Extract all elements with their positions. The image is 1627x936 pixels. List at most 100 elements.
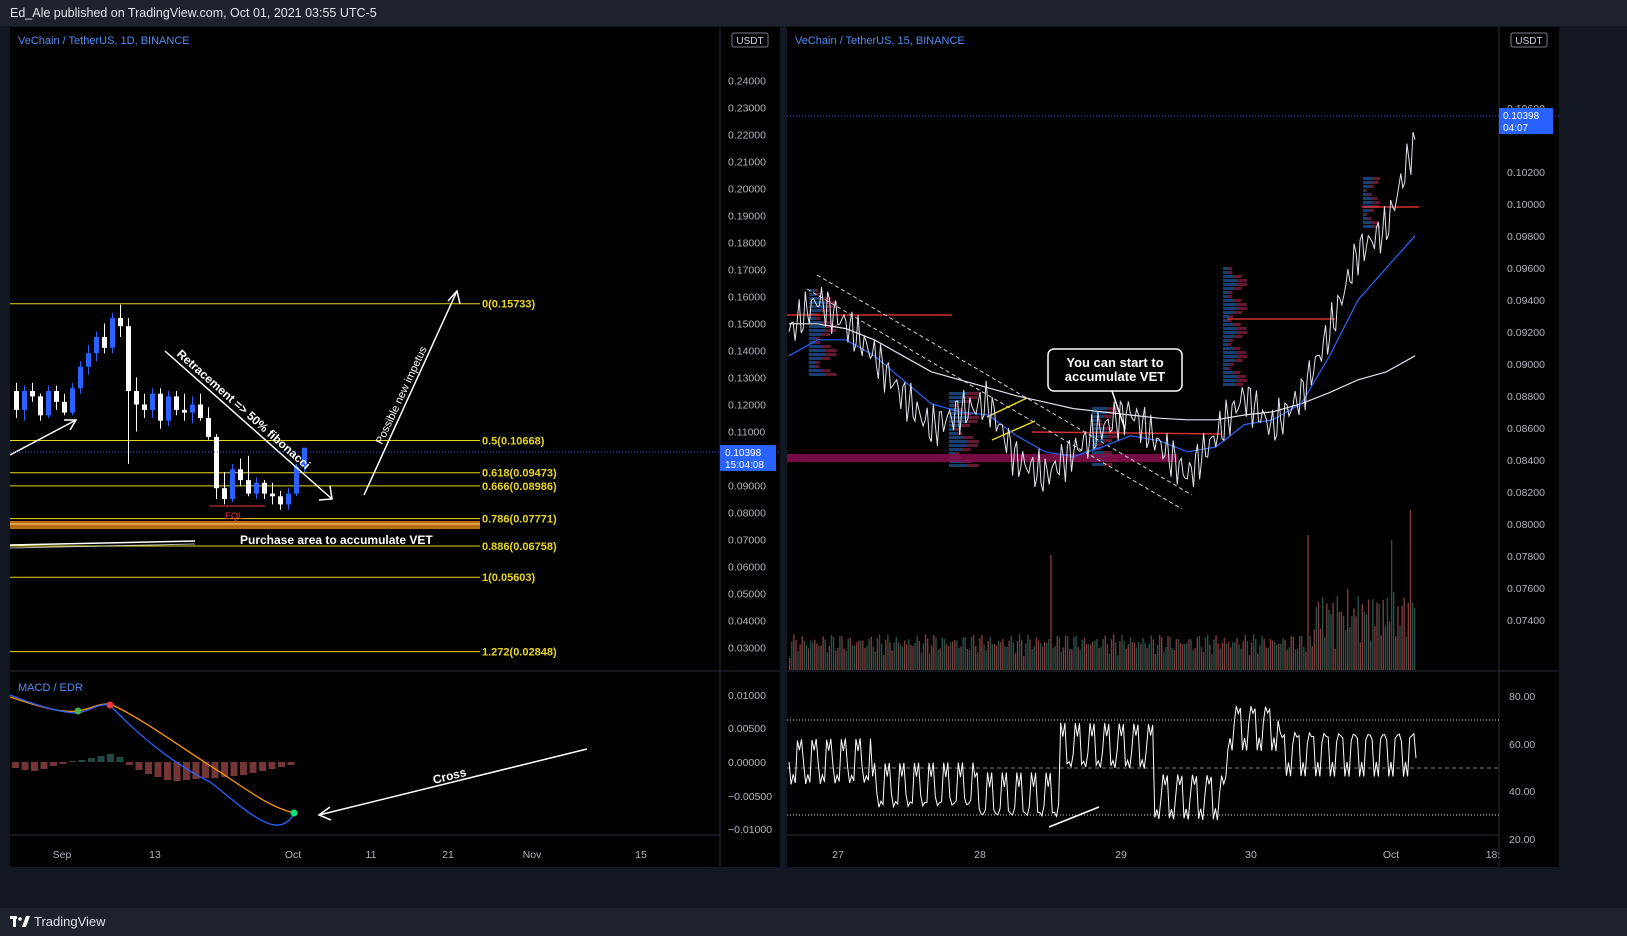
volume-bar [1207, 634, 1209, 670]
volume-bar [1324, 637, 1326, 670]
volume-bar [1150, 635, 1152, 670]
macd-hist-bar [40, 762, 48, 769]
macd-title: MACD / EDR [18, 682, 83, 694]
profile-bar [821, 357, 831, 360]
profile-bar [1237, 331, 1248, 334]
profile-bar [809, 369, 822, 372]
fib-label: 0(0.15733) [482, 299, 536, 311]
volume-bar [1085, 644, 1088, 670]
candle-body [182, 409, 187, 413]
volume-bar [1069, 648, 1071, 670]
volume-bar [1211, 654, 1213, 670]
volume-bar [1284, 640, 1286, 670]
volume-bar [895, 636, 897, 670]
volume-bar [1401, 605, 1403, 670]
volume-bar [1334, 648, 1336, 670]
volume-bar [1315, 607, 1318, 670]
volume-bar [1014, 653, 1017, 670]
profile-bar [1223, 279, 1238, 282]
volume-bar [975, 646, 977, 670]
profile-bar [1223, 287, 1235, 290]
volume-bar [1257, 653, 1259, 670]
profile-bar [809, 345, 823, 348]
volume-bar [1175, 639, 1178, 670]
right-price-tick: 0.10200 [1507, 167, 1545, 179]
profile-bar [1223, 347, 1234, 350]
right-time-tick: 27 [832, 849, 844, 861]
volume-bar [799, 644, 801, 670]
left-time-tick: Oct [285, 849, 301, 861]
volume-bar [1041, 646, 1044, 670]
profile-bar [1228, 295, 1232, 298]
volume-bar [1010, 635, 1012, 670]
volume-bar [977, 652, 979, 670]
volume-bar [1023, 655, 1025, 670]
volume-bar [1292, 636, 1295, 670]
volume-bar [1031, 649, 1033, 670]
rsi-tick: 20.00 [1509, 834, 1535, 846]
volume-bar [1043, 641, 1046, 670]
profile-bar [822, 321, 832, 324]
volume-bar [1027, 634, 1029, 670]
macd-hist-bar [164, 762, 171, 780]
volume-bar [791, 641, 793, 670]
volume-bar [1167, 635, 1169, 670]
volume-bar [1248, 655, 1251, 670]
profile-bar [1223, 323, 1234, 326]
volume-bar [1255, 639, 1257, 670]
volume-bar [1146, 647, 1148, 670]
profile-bar [1223, 371, 1234, 374]
right-price-tick: 0.08800 [1507, 391, 1545, 403]
volume-bar [964, 637, 966, 670]
volume-bar [1330, 614, 1332, 670]
right-chart-panel[interactable]: VeChain / TetherUS, 15, BINANCE USDT 0.1… [787, 27, 1559, 867]
volume-bar [1094, 640, 1096, 670]
volume-bar [1092, 641, 1094, 670]
volume-bar [1020, 640, 1023, 670]
profile-bar [1223, 303, 1238, 306]
volume-bar [837, 647, 839, 670]
volume-bar [1242, 641, 1244, 670]
volume-bar [1171, 648, 1173, 670]
volume-bar [1188, 639, 1190, 670]
volume-bar [1071, 649, 1073, 670]
volume-bar [1008, 640, 1010, 670]
volume-bar [1403, 597, 1405, 670]
volume-bar [918, 640, 920, 670]
profile-bar [1363, 225, 1374, 228]
volume-bar [853, 645, 856, 670]
profile-bar [1098, 443, 1103, 446]
volume-bar [857, 640, 860, 670]
volume-bar [1236, 637, 1238, 670]
profile-bar [949, 448, 962, 451]
volume-bar [947, 646, 950, 670]
volume-bar [1050, 555, 1052, 670]
left-price-tick: 0.19000 [728, 211, 766, 223]
profile-bar [1103, 415, 1112, 418]
macd-hist-bar [259, 762, 266, 771]
macd-tick: 0.01000 [728, 690, 766, 702]
profile-bar [809, 361, 816, 364]
volume-bar [1361, 604, 1364, 670]
right-time-tick: 18: [1486, 849, 1501, 861]
volume-bar [935, 637, 937, 670]
left-chart-panel[interactable]: VeChain / TetherUS, 1D, BINANCE USDT 0.2… [10, 27, 780, 867]
volume-bar [1096, 638, 1098, 670]
volume-bar [981, 635, 983, 670]
fib-label: 1.272(0.02848) [482, 647, 557, 659]
svg-text:15:04:08: 15:04:08 [725, 460, 764, 471]
volume-bar [809, 640, 812, 670]
profile-bar [1369, 209, 1375, 212]
volume-bar [1161, 637, 1163, 670]
candle-body [38, 396, 43, 416]
volume-bar [811, 642, 814, 670]
tradingview-logo[interactable]: TradingView [10, 914, 106, 929]
macd-hist-bar [145, 762, 152, 774]
left-currency-badge: USDT [731, 32, 769, 48]
volume-bar [949, 642, 952, 670]
profile-bar [949, 432, 958, 435]
volume-bar [845, 650, 847, 670]
volume-bar [1296, 648, 1299, 670]
profile-bar [1223, 295, 1229, 298]
volume-bar [1282, 638, 1284, 670]
